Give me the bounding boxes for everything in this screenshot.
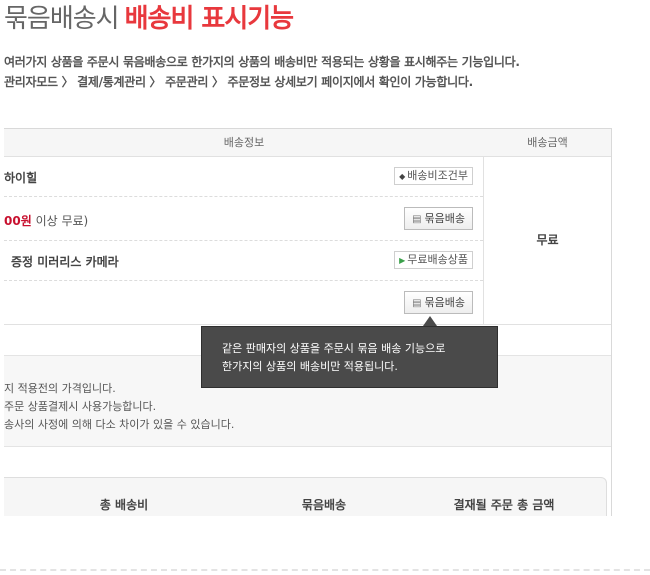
bundle-button-label-2: 묶음배송 [424,296,465,309]
shipping-fee-cell: 무료 [483,157,611,325]
product-name-2: 증정 미러리스 카메라 [11,255,119,269]
bundle-shipping-button-1[interactable]: ▤ 묶음배송 [404,207,473,230]
box-icon: ▤ [412,214,422,225]
order-summary-header: 총 배송비 묶음배송 결재될 주문 총 금액 [4,477,607,516]
product-name-1: 하이힐 [4,171,38,185]
page-title-accent: 배송비 표시기능 [124,4,294,34]
summary-total-order: 결재될 주문 총 금액 [453,498,555,512]
diamond-bullet-icon: ◆ [399,172,406,181]
summary-bundle: 묶음배송 [301,498,347,512]
table-row-product-2: 증정 미러리스 카메라 ▶ 무료배송상품 [4,241,483,281]
tag-label-1: 배송비조건부 [407,169,468,182]
note-line-3: 송사의 사정에 의해 다소 차이가 있을 수 있습니다. [4,418,235,431]
table-row-bundle: ▤ 묶음배송 [4,281,483,325]
description-line-1: 여러가지 상품을 주문시 묶음배송으로 한가지의 상품의 배송비만 적용되는 상… [4,55,520,69]
bundle-shipping-button-2[interactable]: ▤ 묶음배송 [404,291,473,314]
header-shipping-info: 배송정보 [223,136,265,149]
note-line-1: 지 적용전의 가격입니다. [4,382,116,395]
description-line-2: 관리자모드 〉 결제/통계관리 〉 주문관리 〉 주문정보 상세보기 페이지에서… [4,75,473,89]
free-shipping-condition: 00원 이상 무료) [4,212,88,229]
condition-text: 이상 무료) [31,214,89,228]
order-shipping-panel: 배송정보 배송금액 하이힐 ◆ 배송비조건부 00원 이상 무료) ▤ 묶음배송 증… [4,128,612,516]
green-arrow-icon: ▶ [399,256,406,265]
tooltip-line-2: 한가지의 상품의 배송비만 적용됩니다. [222,360,398,373]
page-title: 묶음배송시 배송비 표시기능 [4,2,294,36]
footer-divider [0,569,650,571]
table-row-product-1: 하이힐 ◆ 배송비조건부 [4,157,483,197]
condition-amount: 00원 [4,214,32,228]
note-line-2: 주문 상품결제시 사용가능합니다. [4,400,157,413]
table-row-condition: 00원 이상 무료) ▤ 묶음배송 [4,197,483,241]
tooltip-arrow [423,316,437,326]
header-shipping-fee: 배송금액 [527,136,568,149]
summary-total-shipping: 총 배송비 [99,498,149,512]
box-icon: ▤ [412,298,422,309]
bundle-button-label-1: 묶음배송 [424,212,465,225]
shipping-fee-value: 무료 [536,233,559,247]
free-shipping-tag: ▶ 무료배송상품 [394,251,473,269]
conditional-shipping-tag: ◆ 배송비조건부 [394,167,473,185]
tooltip-line-1: 같은 판매자의 상품을 주문시 묶음 배송 기능으로 [222,342,446,355]
tag-label-2: 무료배송상품 [407,253,468,266]
page-title-light: 묶음배송시 [4,4,120,34]
bundle-shipping-tooltip: 같은 판매자의 상품을 주문시 묶음 배송 기능으로 한가지의 상품의 배송비만… [201,326,498,388]
table-header: 배송정보 배송금액 [4,129,611,157]
